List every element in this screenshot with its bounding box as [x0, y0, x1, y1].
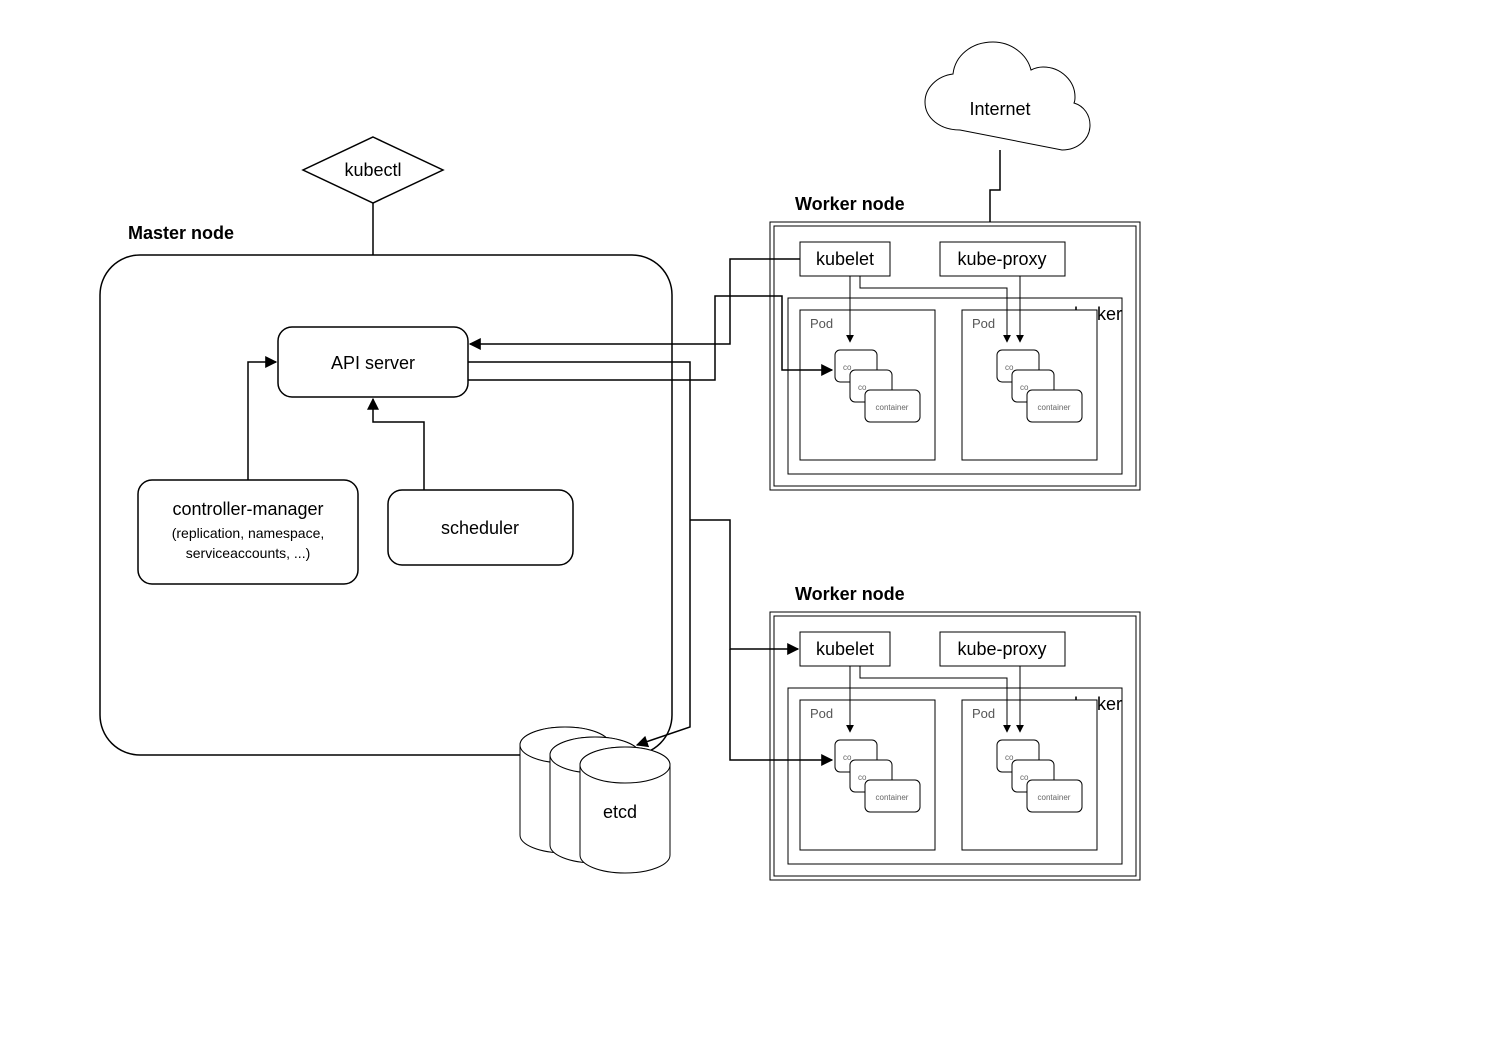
worker2-pod2-container: container: [1038, 793, 1071, 802]
controller-manager-sub1: (replication, namespace,: [172, 525, 325, 541]
internet-cloud: Internet: [925, 42, 1090, 150]
worker1-pod2-co1: co: [1005, 363, 1014, 372]
kubectl-label: kubectl: [344, 160, 401, 180]
api-server-label: API server: [331, 353, 415, 373]
worker1-pod1: Pod co co container: [800, 310, 935, 460]
worker-node-2: Worker node kubelet kube-proxy docker Po…: [770, 584, 1140, 880]
worker1-kubeproxy-label: kube-proxy: [957, 249, 1046, 269]
worker1-pod2-co2: co: [1020, 383, 1029, 392]
worker1-pod2: Pod co co container: [962, 310, 1097, 460]
worker2-kubeproxy-label: kube-proxy: [957, 639, 1046, 659]
master-node-title: Master node: [128, 223, 234, 243]
worker1-title: Worker node: [795, 194, 905, 214]
worker2-pod1-container: container: [876, 793, 909, 802]
worker1-pod2-label: Pod: [972, 316, 995, 331]
worker1-pod2-container: container: [1038, 403, 1071, 412]
etcd-label: etcd: [603, 802, 637, 822]
worker1-pod1-co1: co: [843, 363, 852, 372]
scheduler-label: scheduler: [441, 518, 519, 538]
controller-manager-sub2: serviceaccounts, ...): [186, 545, 311, 561]
controller-manager-label: controller-manager: [172, 499, 323, 519]
worker-node-1: Worker node kubelet kube-proxy docker Po…: [770, 194, 1140, 490]
worker2-pod2-co2: co: [1020, 773, 1029, 782]
worker2-pod2-co1: co: [1005, 753, 1014, 762]
worker2-pod1-label: Pod: [810, 706, 833, 721]
worker1-pod1-label: Pod: [810, 316, 833, 331]
etcd-group: etcd: [520, 727, 670, 873]
worker2-kubelet-label: kubelet: [816, 639, 874, 659]
worker1-pod1-container: container: [876, 403, 909, 412]
worker2-pod2: Pod co co container: [962, 700, 1097, 850]
worker1-pod1-co2: co: [858, 383, 867, 392]
worker2-pod1-co2: co: [858, 773, 867, 782]
worker2-title: Worker node: [795, 584, 905, 604]
controller-manager-box: controller-manager (replication, namespa…: [138, 480, 358, 584]
worker2-pod2-label: Pod: [972, 706, 995, 721]
internet-label: Internet: [969, 99, 1030, 119]
kubectl-shape: kubectl: [303, 137, 443, 203]
worker1-kubelet-label: kubelet: [816, 249, 874, 269]
worker2-pod1-co1: co: [843, 753, 852, 762]
worker2-pod1: Pod co co container: [800, 700, 935, 850]
